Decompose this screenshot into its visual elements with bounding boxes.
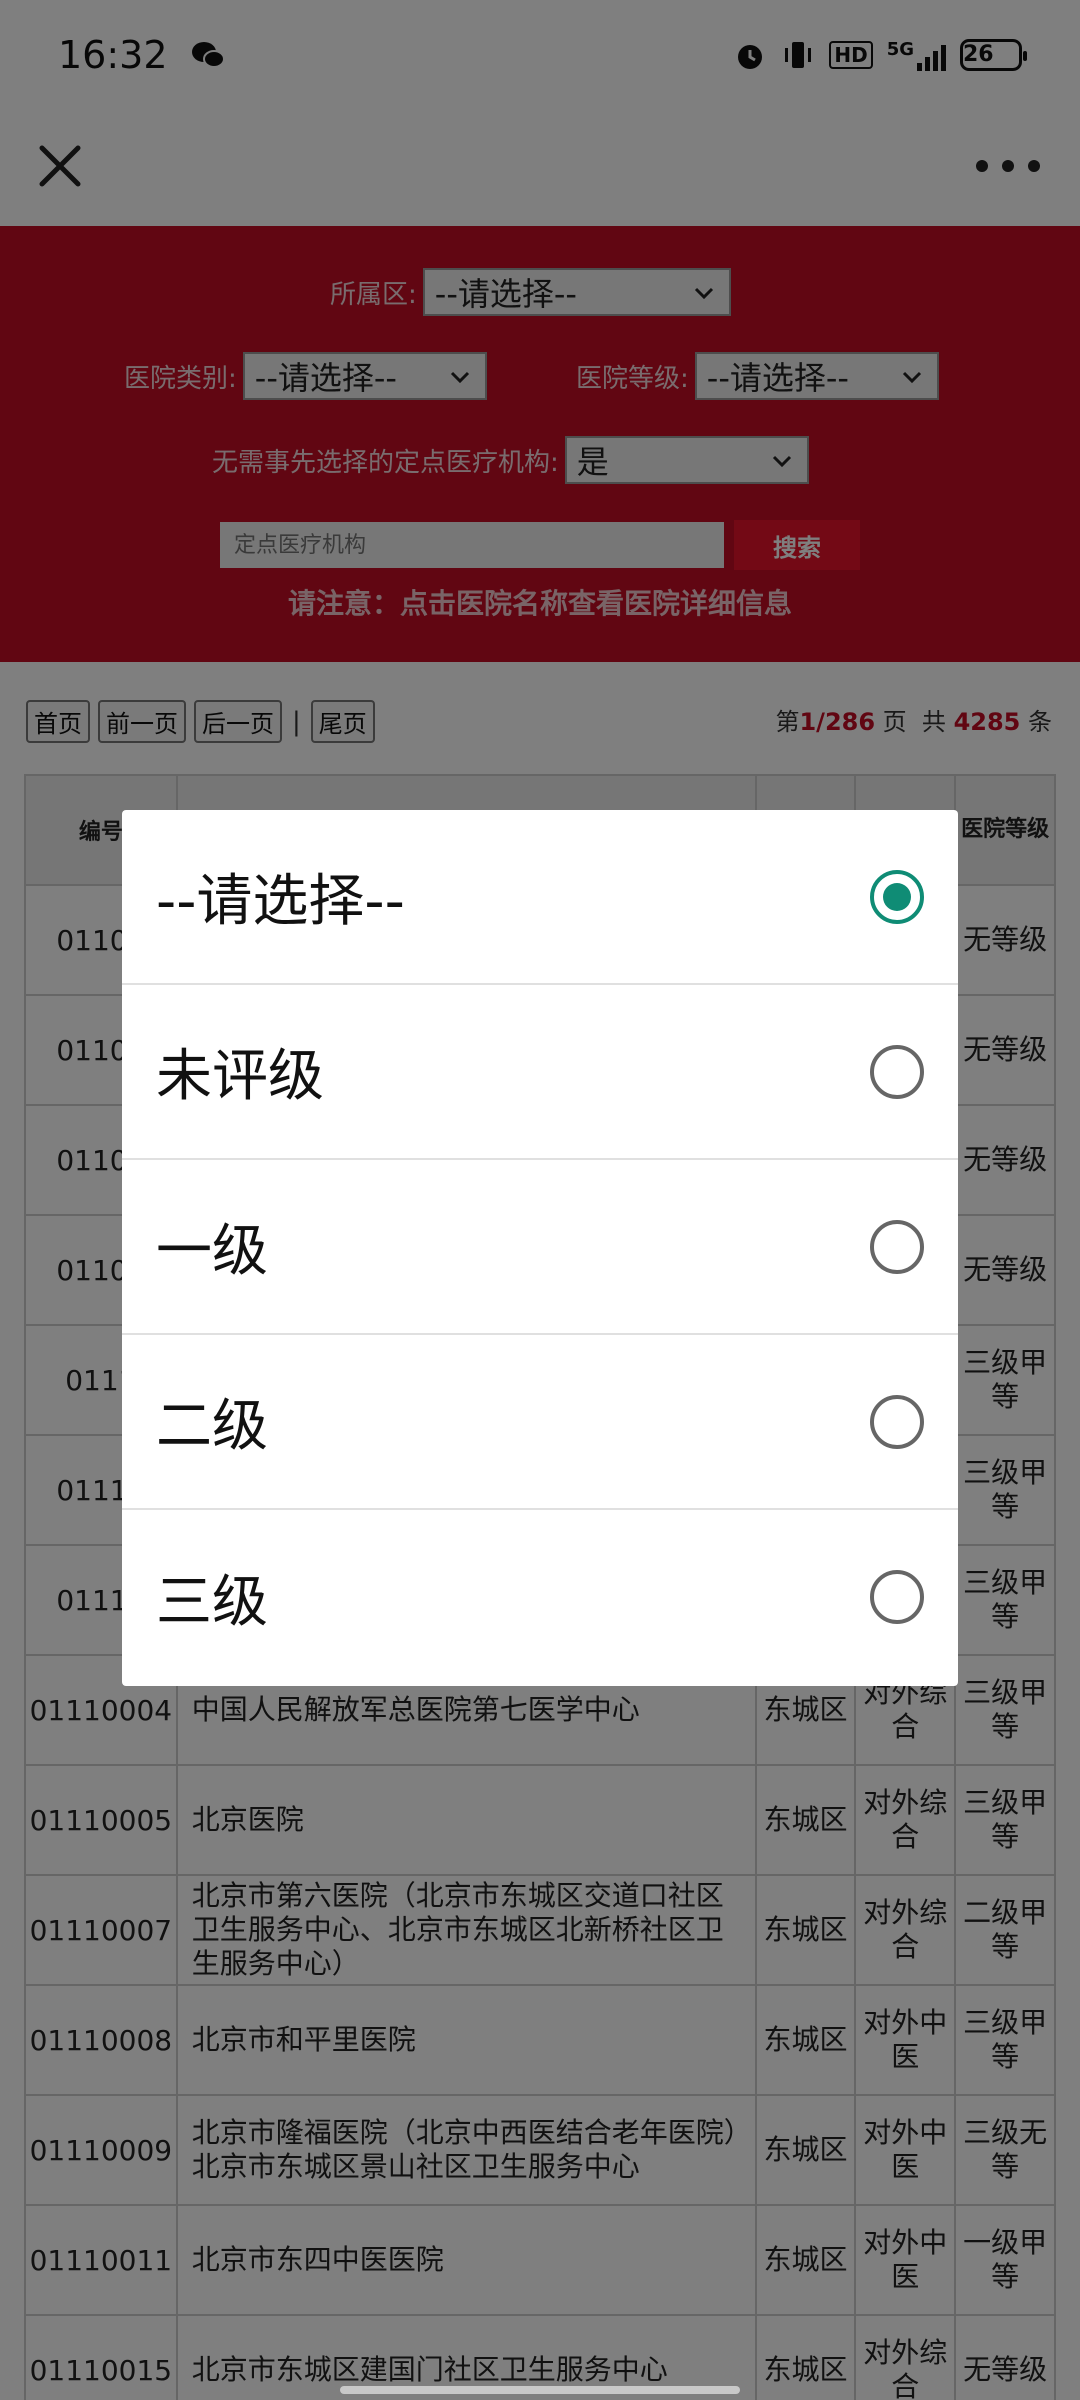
radio-selected-icon[interactable]	[870, 870, 924, 924]
dialog-options-list: --请选择-- 未评级一级二级三级	[122, 810, 958, 1685]
grade-option[interactable]: 一级	[122, 1160, 958, 1335]
grade-option-label: 未评级	[156, 1044, 324, 1109]
radio-unselected-icon[interactable]	[870, 1395, 924, 1449]
radio-unselected-icon[interactable]	[870, 1570, 924, 1624]
grade-option[interactable]: 三级	[122, 1510, 958, 1685]
grade-option[interactable]: --请选择--	[122, 810, 958, 985]
grade-option[interactable]: 二级	[122, 1335, 958, 1510]
grade-options-dialog: --请选择-- 未评级一级二级三级	[122, 810, 958, 1686]
radio-unselected-icon[interactable]	[870, 1045, 924, 1099]
grade-option-label: --请选择--	[156, 869, 405, 934]
home-indicator[interactable]	[340, 2386, 740, 2394]
grade-option[interactable]: 未评级	[122, 985, 958, 1160]
grade-option-label: 一级	[156, 1219, 268, 1284]
radio-unselected-icon[interactable]	[870, 1220, 924, 1274]
grade-option-label: 三级	[156, 1570, 268, 1635]
grade-option-label: 二级	[156, 1394, 268, 1459]
